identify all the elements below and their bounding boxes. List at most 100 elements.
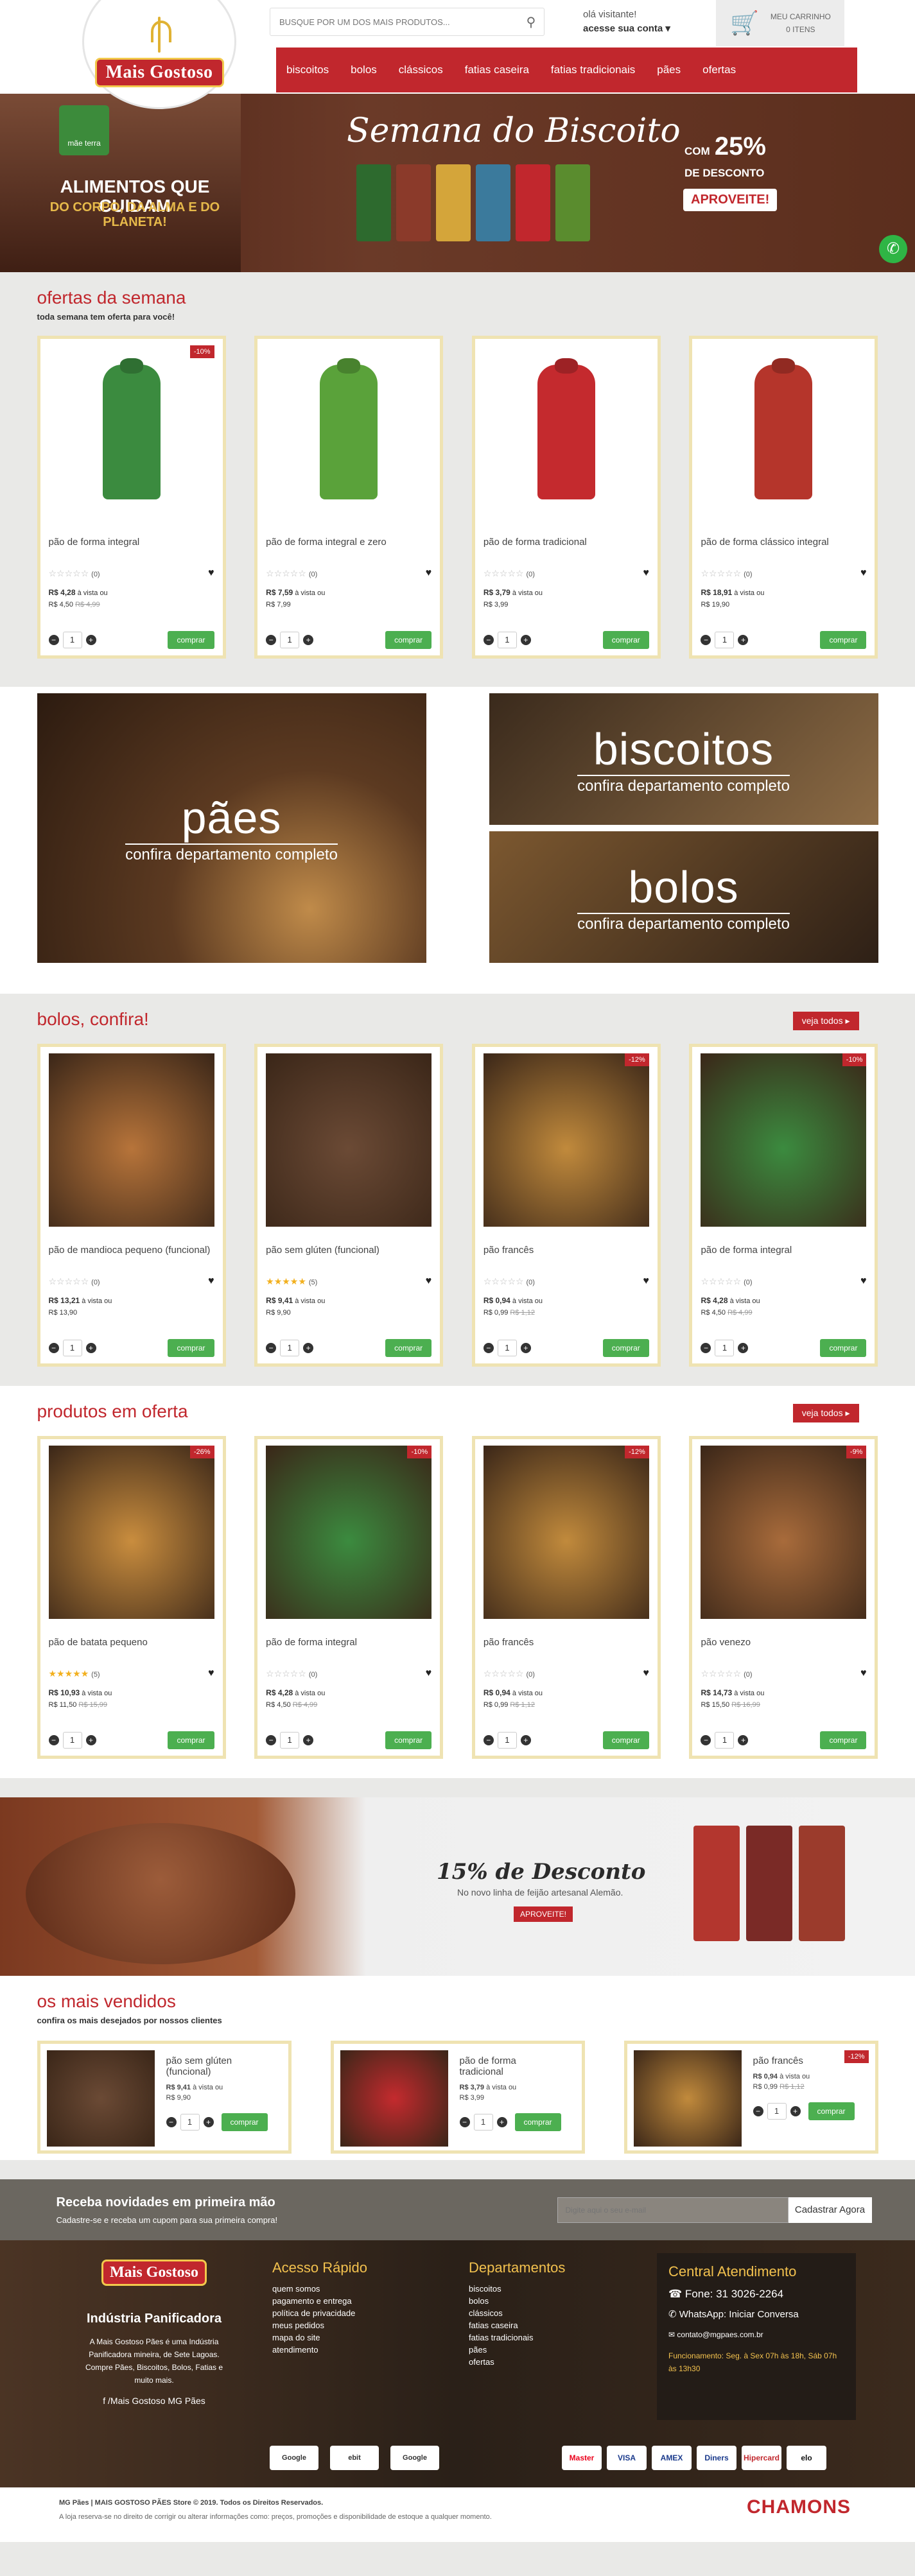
heart-icon[interactable]: ♥: [860, 567, 867, 579]
product-name[interactable]: pão francês: [753, 2055, 850, 2066]
quantity-input[interactable]: 1: [767, 2103, 787, 2120]
plus-icon[interactable]: +: [85, 1735, 96, 1745]
quantity-input[interactable]: 1: [280, 1340, 300, 1356]
footer-link[interactable]: fatias tradicionais: [469, 2331, 565, 2344]
footer-logo[interactable]: Mais Gostoso: [101, 2260, 207, 2286]
heart-icon[interactable]: ♥: [426, 1668, 432, 1679]
product-card[interactable]: pão de mandioca pequeno (funcional) ☆☆☆☆…: [37, 1044, 226, 1367]
product-image[interactable]: [320, 365, 378, 499]
footer-link[interactable]: fatias caseira: [469, 2319, 565, 2331]
minus-icon[interactable]: −: [459, 2117, 470, 2127]
footer-link[interactable]: ofertas: [469, 2356, 565, 2368]
minus-icon[interactable]: −: [48, 1735, 59, 1745]
buy-button[interactable]: comprar: [820, 631, 867, 649]
product-image[interactable]: [701, 1053, 867, 1227]
menu-item-fatias-caseira[interactable]: fatias caseira: [465, 64, 529, 76]
newsletter-submit-button[interactable]: Cadastrar Agora: [788, 2197, 872, 2223]
product-name[interactable]: pão de forma integral e zero: [266, 537, 431, 562]
facebook-link[interactable]: f /Mais Gostoso MG Pães: [83, 2396, 225, 2406]
user-account[interactable]: olá visitante! acesse sua conta ▾: [583, 9, 670, 34]
promo-banner[interactable]: 15% de Desconto No novo linha de feijão …: [0, 1797, 915, 1976]
plus-icon[interactable]: +: [496, 2117, 507, 2127]
product-image[interactable]: [46, 2050, 155, 2147]
plus-icon[interactable]: +: [203, 2117, 214, 2127]
minus-icon[interactable]: −: [166, 2117, 177, 2127]
quantity-input[interactable]: 1: [180, 2114, 200, 2131]
heart-icon[interactable]: ♥: [208, 567, 214, 579]
quantity-input[interactable]: 1: [715, 1340, 735, 1356]
site-logo[interactable]: Mais Gostoso: [82, 0, 236, 109]
product-name[interactable]: pão de forma tradicional: [460, 2055, 556, 2077]
quantity-input[interactable]: 1: [280, 1732, 300, 1749]
search-icon[interactable]: ⚲: [518, 14, 544, 30]
buy-button[interactable]: comprar: [385, 1731, 432, 1749]
quantity-input[interactable]: 1: [497, 1732, 517, 1749]
heart-icon[interactable]: ♥: [643, 1275, 649, 1287]
minus-icon[interactable]: −: [266, 1343, 277, 1353]
minus-icon[interactable]: −: [701, 635, 711, 645]
product-card[interactable]: pão sem glúten (funcional) ★★★★★ (5) ♥ R…: [254, 1044, 444, 1367]
menu-item-biscoitos[interactable]: biscoitos: [286, 64, 329, 76]
plus-icon[interactable]: +: [738, 635, 749, 645]
plus-icon[interactable]: +: [790, 2106, 801, 2116]
buy-button[interactable]: comprar: [808, 2102, 855, 2120]
bestseller-card[interactable]: -12% pão francês R$ 0,94 à vista ou R$ 0…: [623, 2041, 878, 2154]
product-image[interactable]: [483, 1446, 649, 1619]
plus-icon[interactable]: +: [520, 635, 531, 645]
buy-button[interactable]: comprar: [602, 1339, 649, 1357]
quantity-input[interactable]: 1: [715, 1732, 735, 1749]
buy-button[interactable]: comprar: [602, 1731, 649, 1749]
footer-link[interactable]: meus pedidos: [272, 2319, 367, 2331]
plus-icon[interactable]: +: [520, 1735, 531, 1745]
minus-icon[interactable]: −: [483, 1735, 494, 1745]
product-image[interactable]: [102, 365, 161, 499]
footer-link[interactable]: pagamento e entrega: [272, 2295, 367, 2307]
product-card[interactable]: -12% pão francês ☆☆☆☆☆ (0) ♥ R$ 0,94 à v…: [471, 1436, 661, 1759]
quantity-input[interactable]: 1: [62, 1732, 82, 1749]
product-name[interactable]: pão sem glúten (funcional): [266, 1245, 431, 1270]
footer-link[interactable]: biscoitos: [469, 2283, 565, 2295]
footer-link[interactable]: clássicos: [469, 2307, 565, 2319]
product-image[interactable]: [537, 365, 595, 499]
veja-todos-button[interactable]: veja todos ▸: [792, 1404, 859, 1422]
quantity-input[interactable]: 1: [62, 1340, 82, 1356]
newsletter-email-input[interactable]: [557, 2197, 789, 2223]
product-name[interactable]: pão francês: [484, 1245, 649, 1270]
plus-icon[interactable]: +: [303, 1735, 314, 1745]
product-card[interactable]: -10% pão de forma integral ☆☆☆☆☆ (0) ♥ R…: [37, 336, 226, 659]
product-image[interactable]: [340, 2050, 448, 2147]
footer-link[interactable]: atendimento: [272, 2344, 367, 2356]
minus-icon[interactable]: −: [753, 2106, 763, 2116]
product-name[interactable]: pão de mandioca pequeno (funcional): [49, 1245, 214, 1270]
hero-banner[interactable]: mãe terra ALIMENTOS QUE CUIDAM DO CORPO,…: [0, 94, 915, 272]
bestseller-card[interactable]: pão de forma tradicional R$ 3,79 à vista…: [330, 2041, 585, 2154]
quantity-input[interactable]: 1: [280, 632, 300, 648]
product-card[interactable]: -12% pão francês ☆☆☆☆☆ (0) ♥ R$ 0,94 à v…: [471, 1044, 661, 1367]
plus-icon[interactable]: +: [85, 1343, 96, 1353]
product-card[interactable]: pão de forma tradicional ☆☆☆☆☆ (0) ♥ R$ …: [471, 336, 661, 659]
menu-item-fatias-tradicionais[interactable]: fatias tradicionais: [551, 64, 635, 76]
minus-icon[interactable]: −: [483, 635, 494, 645]
footer-link[interactable]: política de privacidade: [272, 2307, 367, 2319]
heart-icon[interactable]: ♥: [426, 567, 432, 579]
cart-button[interactable]: 🛒 MEU CARRINHO 0 ITENS: [716, 0, 844, 46]
minus-icon[interactable]: −: [266, 635, 277, 645]
product-card[interactable]: pão de forma integral e zero ☆☆☆☆☆ (0) ♥…: [254, 336, 444, 659]
plus-icon[interactable]: +: [738, 1343, 749, 1353]
buy-button[interactable]: comprar: [168, 1339, 214, 1357]
product-image[interactable]: [48, 1446, 214, 1619]
quantity-input[interactable]: 1: [497, 1340, 517, 1356]
buy-button[interactable]: comprar: [820, 1731, 867, 1749]
buy-button[interactable]: comprar: [385, 1339, 432, 1357]
plus-icon[interactable]: +: [303, 1343, 314, 1353]
menu-item-bolos[interactable]: bolos: [351, 64, 377, 76]
department-biscoitos[interactable]: biscoitos confira departamento completo: [489, 693, 878, 825]
product-image[interactable]: [48, 1053, 214, 1227]
product-name[interactable]: pão venezo: [701, 1637, 866, 1663]
product-name[interactable]: pão sem glúten (funcional): [166, 2055, 263, 2077]
footer-link[interactable]: pães: [469, 2344, 565, 2356]
product-name[interactable]: pão de forma clássico integral: [701, 537, 866, 562]
product-card[interactable]: -26% pão de batata pequeno ★★★★★ (5) ♥ R…: [37, 1436, 226, 1759]
product-name[interactable]: pão de forma integral: [701, 1245, 866, 1270]
account-link[interactable]: acesse sua conta ▾: [583, 22, 670, 34]
